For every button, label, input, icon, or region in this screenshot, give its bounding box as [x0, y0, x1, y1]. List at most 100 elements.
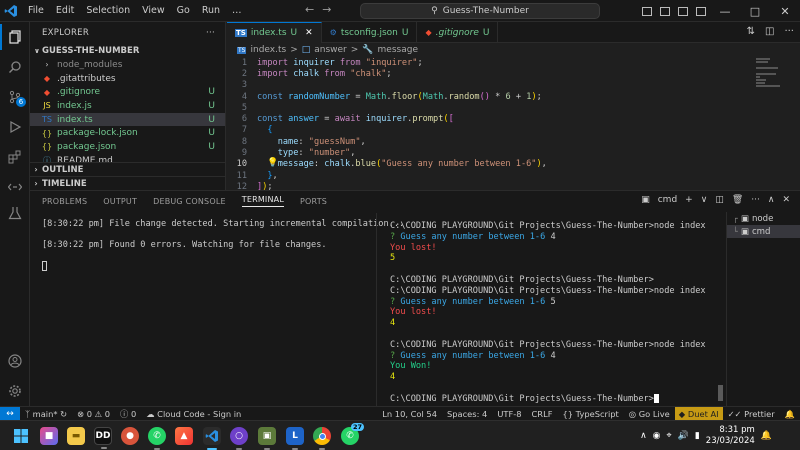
more-actions-icon[interactable]: ···: [751, 195, 760, 205]
more-actions-icon[interactable]: ···: [784, 26, 794, 37]
close-icon[interactable]: ✕: [305, 28, 313, 38]
tab-output[interactable]: OUTPUT: [103, 197, 137, 206]
minimize-icon[interactable]: —: [710, 5, 740, 18]
indentation[interactable]: Spaces: 4: [442, 409, 492, 419]
tree-item[interactable]: ◆ .gitattributes: [30, 72, 225, 86]
duet-ai-button[interactable]: ◆ Duet AI: [674, 407, 723, 421]
menu-view[interactable]: View: [136, 5, 171, 16]
tab-ports[interactable]: PORTS: [300, 197, 327, 206]
windows-start-icon[interactable]: [12, 427, 30, 445]
close-icon[interactable]: ✕: [770, 5, 800, 18]
office-app-icon[interactable]: ▲: [175, 427, 193, 445]
remote-indicator-icon[interactable]: ↔: [0, 406, 20, 421]
cursor-position[interactable]: Ln 10, Col 54: [377, 409, 442, 419]
back-arrow-icon[interactable]: ←: [305, 3, 314, 16]
git-branch[interactable]: ᛉ main* ↻: [20, 409, 72, 419]
split-editor-icon[interactable]: ◫: [765, 26, 774, 37]
tab-problems[interactable]: PROBLEMS: [42, 197, 87, 206]
breadcrumb-symbol[interactable]: answer: [314, 45, 347, 55]
tree-item[interactable]: › node_modules: [30, 58, 225, 72]
customize-layout-icon[interactable]: [696, 6, 706, 16]
timeline-section[interactable]: › TIMELINE: [30, 176, 225, 190]
breadcrumb-file[interactable]: index.ts: [250, 45, 286, 55]
vscode-taskbar-icon[interactable]: [203, 427, 221, 450]
go-live-button[interactable]: ◎ Go Live: [624, 409, 675, 419]
tab-tsconfig-json[interactable]: ⚙ tsconfig.json U: [322, 22, 418, 43]
github-desktop-icon[interactable]: ○: [230, 427, 248, 450]
chrome-icon[interactable]: [313, 427, 331, 450]
terminal-scrollbar[interactable]: [718, 385, 723, 401]
command-center-search[interactable]: ⚲ Guess-The-Number: [360, 3, 600, 19]
file-explorer-icon[interactable]: ▬: [67, 427, 85, 445]
system-clock[interactable]: 8:31 pm 23/03/2024: [706, 425, 755, 447]
remote-explorer-icon[interactable]: [0, 174, 30, 200]
language-mode[interactable]: {} TypeScript: [557, 409, 623, 419]
cloud-code-status[interactable]: ☁ Cloud Code - Sign in: [141, 409, 246, 419]
problems-status[interactable]: ⊗ 0 ⚠ 0: [72, 409, 115, 419]
tab-terminal[interactable]: TERMINAL: [241, 195, 285, 207]
forward-arrow-icon[interactable]: →: [322, 3, 331, 16]
workspace-folder[interactable]: ∨ GUESS-THE-NUMBER: [30, 44, 225, 58]
lightshot-icon[interactable]: L: [286, 427, 304, 450]
outline-section[interactable]: › OUTLINE: [30, 162, 225, 176]
toggle-panel-icon[interactable]: [660, 6, 670, 16]
tab-index-ts[interactable]: TS index.ts U ✕: [227, 22, 322, 43]
tree-item[interactable]: ◆ .gitignore U: [30, 85, 225, 99]
dolby-app-icon[interactable]: DD: [94, 427, 112, 449]
testing-icon[interactable]: [0, 200, 30, 226]
tab-debug-console[interactable]: DEBUG CONSOLE: [153, 197, 226, 206]
maximize-panel-icon[interactable]: ∧: [768, 195, 775, 205]
prettier-status[interactable]: ✓✓ Prettier: [723, 409, 780, 419]
extensions-icon[interactable]: [0, 144, 30, 170]
network-icon[interactable]: ◉: [653, 431, 661, 441]
close-icon[interactable]: ✕: [782, 195, 790, 205]
toggle-sidebar-icon[interactable]: [642, 6, 652, 16]
terminal-list-item-node[interactable]: ┌ ▣ node: [727, 212, 800, 225]
accounts-icon[interactable]: [0, 348, 30, 374]
image-viewer-icon[interactable]: ▣: [258, 427, 276, 450]
maximize-icon[interactable]: □: [740, 5, 770, 18]
encoding[interactable]: UTF-8: [492, 409, 526, 419]
menu-run[interactable]: Run: [196, 5, 226, 16]
chevron-up-icon[interactable]: ∧: [640, 431, 647, 441]
menu-go[interactable]: Go: [171, 5, 196, 16]
terminal-left[interactable]: [8:30:22 pm] File change detected. Start…: [42, 219, 404, 271]
tree-item[interactable]: JS index.js U: [30, 99, 225, 113]
info-status[interactable]: ⓘ 0: [115, 408, 141, 420]
more-actions-icon[interactable]: ···: [206, 28, 215, 38]
store-app-icon[interactable]: ■: [40, 427, 58, 445]
terminal-right[interactable]: C:\CODING PLAYGROUND\Git Projects\Guess-…: [390, 221, 720, 405]
compare-changes-icon[interactable]: ⇅: [747, 26, 755, 37]
toggle-secondary-sidebar-icon[interactable]: [678, 6, 688, 16]
chevron-down-icon[interactable]: ∨: [701, 195, 708, 205]
split-terminal-icon[interactable]: ◫: [715, 195, 724, 205]
tree-item[interactable]: {} package-lock.json U: [30, 126, 225, 140]
wifi-icon[interactable]: ⌖: [667, 431, 672, 441]
search-icon[interactable]: [0, 54, 30, 80]
menu-selection[interactable]: Selection: [80, 5, 136, 16]
terminal-list-item-cmd[interactable]: └ ▣ cmd: [727, 225, 800, 238]
tree-item[interactable]: {} package.json U: [30, 140, 225, 154]
source-control-icon[interactable]: 6: [0, 84, 30, 110]
volume-icon[interactable]: 🔊: [678, 431, 689, 441]
notification-bell-icon[interactable]: 🔔: [761, 431, 772, 441]
breadcrumb-symbol[interactable]: message: [378, 45, 418, 55]
run-debug-icon[interactable]: [0, 114, 30, 140]
chrome-canary-icon[interactable]: ●: [121, 427, 139, 445]
manage-gear-icon[interactable]: [0, 378, 30, 404]
menu-more[interactable]: …: [226, 5, 248, 16]
lightbulb-icon[interactable]: 💡: [267, 158, 278, 168]
menu-edit[interactable]: Edit: [50, 5, 80, 16]
whatsapp-icon[interactable]: ✆: [148, 427, 166, 450]
minimap[interactable]: [756, 57, 786, 117]
notifications-bell-icon[interactable]: 🔔: [780, 409, 800, 420]
code-editor[interactable]: 1 import inquirer from "inquirer"; 2 impor…: [227, 57, 800, 190]
terminal-split-divider[interactable]: [376, 213, 377, 407]
trash-icon[interactable]: 🗑: [732, 195, 743, 205]
whatsapp-business-icon[interactable]: ✆ 27: [341, 423, 364, 445]
menu-file[interactable]: File: [22, 5, 50, 16]
new-terminal-icon[interactable]: +: [685, 195, 693, 205]
tab-gitignore[interactable]: ◆ .gitignore U: [417, 22, 499, 43]
end-of-line[interactable]: CRLF: [527, 409, 558, 419]
tree-item[interactable]: TS index.ts U: [30, 112, 225, 127]
